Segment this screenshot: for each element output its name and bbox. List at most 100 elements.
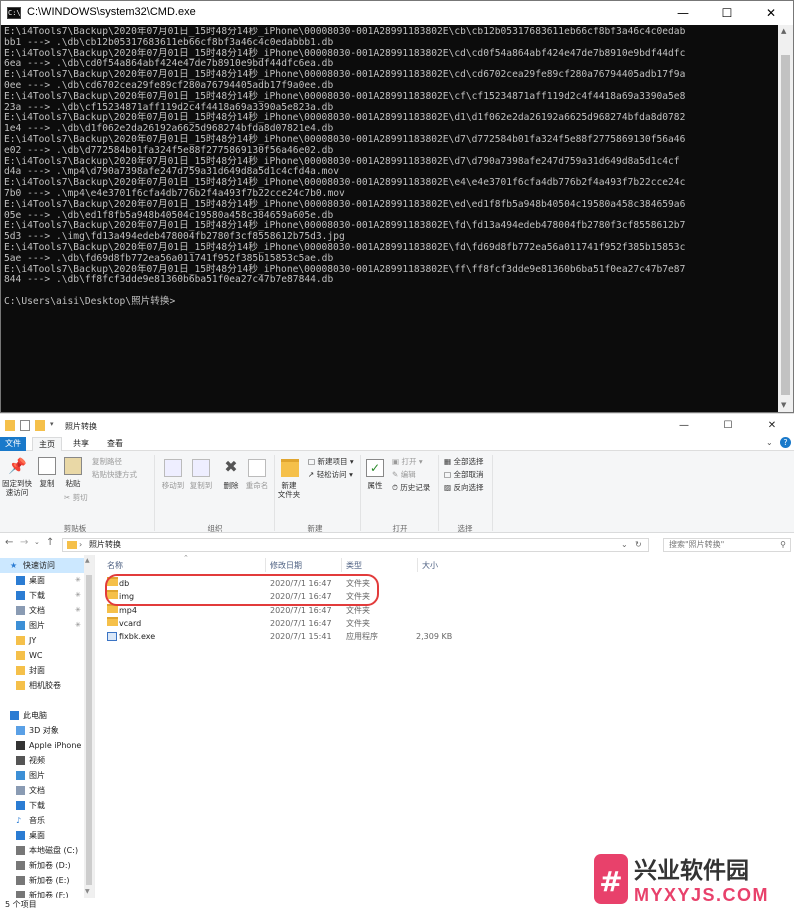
- move-to-button[interactable]: 移动到: [158, 481, 188, 490]
- column-header-date[interactable]: 修改日期: [270, 560, 302, 571]
- file-list: ⌃ 名称 修改日期 类型 大小 db 2020/7/1 16:47 文件夹 img 20…: [95, 554, 794, 898]
- nav-item-label: 图片: [29, 771, 45, 780]
- nav-item[interactable]: 本地磁盘 (C:): [0, 843, 92, 858]
- select-all-button[interactable]: ▦ 全部选择: [444, 457, 483, 467]
- nav-item[interactable]: ★ 快速访问: [0, 558, 92, 573]
- edit-button[interactable]: ✎ 编辑: [392, 470, 416, 480]
- nav-item[interactable]: 下载: [0, 798, 92, 813]
- nav-item[interactable]: 新加卷 (D:): [0, 858, 92, 873]
- close-button[interactable]: ✕: [749, 1, 793, 25]
- nav-item[interactable]: 图片: [0, 768, 92, 783]
- maximize-button[interactable]: ☐: [705, 1, 749, 25]
- watermark-brand-cn: 兴业软件园: [634, 857, 749, 884]
- nav-scrollbar[interactable]: ▲ ▼: [84, 555, 94, 898]
- column-divider[interactable]: [417, 558, 418, 572]
- nav-item[interactable]: 封面: [0, 663, 92, 678]
- tab-share[interactable]: 共享: [66, 437, 96, 451]
- scroll-thumb[interactable]: [781, 55, 790, 395]
- file-row[interactable]: fixbk.exe 2020/7/1 15:41 应用程序 2,309 KB: [103, 630, 783, 643]
- folder-icon: [5, 420, 15, 431]
- close-button[interactable]: ✕: [750, 414, 794, 438]
- column-header-size[interactable]: 大小: [422, 560, 438, 571]
- nav-item[interactable]: 图片 ✳: [0, 618, 92, 633]
- nav-item[interactable]: 文档 ✳: [0, 603, 92, 618]
- copy-path-button[interactable]: 复制路径: [92, 457, 122, 467]
- explorer-titlebar[interactable]: ▾ 照片转换 — ☐ ✕: [0, 413, 794, 437]
- drive-icon: [16, 876, 25, 885]
- nav-item[interactable]: 此电脑: [0, 708, 92, 723]
- cmd-output[interactable]: E:\i4Tools7\Backup\2020年07月01日_15时48分14秒…: [4, 27, 776, 411]
- column-divider[interactable]: [341, 558, 342, 572]
- refresh-icon[interactable]: ↻: [635, 539, 642, 551]
- nav-item[interactable]: 文档: [0, 783, 92, 798]
- forward-arrow-icon[interactable]: →: [20, 537, 28, 548]
- easy-access-button[interactable]: ↗ 轻松访问 ▾: [308, 470, 353, 480]
- up-arrow-icon[interactable]: ↑: [46, 537, 54, 548]
- cut-button[interactable]: ✂ 剪切: [64, 493, 88, 503]
- copy-button[interactable]: 复制: [33, 479, 61, 488]
- pin-icon[interactable]: ✳: [75, 588, 81, 603]
- pin-icon[interactable]: ✳: [75, 603, 81, 618]
- nav-item[interactable]: 相机胶卷: [0, 678, 92, 693]
- nav-item[interactable]: 视频: [0, 753, 92, 768]
- pin-to-quick-access-button[interactable]: 固定到快 速访问: [0, 479, 34, 497]
- nav-item-label: 桌面: [29, 576, 45, 585]
- new-folder-button[interactable]: 新建 文件夹: [274, 481, 304, 499]
- invert-selection-button[interactable]: ▨ 反向选择: [444, 483, 483, 493]
- breadcrumb[interactable]: 照片转换: [89, 540, 121, 549]
- nav-item-label: 相机胶卷: [29, 681, 61, 690]
- open-button[interactable]: ▣ 打开 ▾: [392, 457, 423, 467]
- quick-access-dropdown-icon[interactable]: ▾: [50, 420, 54, 428]
- minimize-button[interactable]: —: [662, 414, 706, 438]
- cut-label: 剪切: [72, 493, 88, 502]
- nav-item[interactable]: ♪ 音乐: [0, 813, 92, 828]
- tab-file[interactable]: 文件: [0, 437, 26, 451]
- column-divider[interactable]: [265, 558, 266, 572]
- pin-icon[interactable]: ✳: [75, 573, 81, 588]
- back-arrow-icon[interactable]: ←: [5, 537, 13, 548]
- column-header-name[interactable]: 名称: [107, 560, 123, 571]
- nav-item[interactable]: 新加卷 (E:): [0, 873, 92, 888]
- properties-button[interactable]: 属性: [360, 481, 390, 490]
- history-button[interactable]: ⏱ 历史记录: [392, 483, 430, 493]
- pin-icon[interactable]: ✳: [75, 618, 81, 633]
- select-none-button[interactable]: □ 全部取消: [444, 470, 483, 480]
- nav-item[interactable]: JY: [0, 633, 92, 648]
- address-input[interactable]: › 照片转换 ⌄ ↻: [62, 538, 649, 552]
- ribbon-collapse-icon[interactable]: ⌄: [766, 438, 773, 447]
- help-icon[interactable]: ?: [780, 437, 791, 448]
- nav-item[interactable]: 3D 对象: [0, 723, 92, 738]
- file-row[interactable]: vcard 2020/7/1 16:47 文件夹: [103, 616, 783, 630]
- cmd-titlebar[interactable]: C:\ C:\WINDOWS\system32\CMD.exe — ☐ ✕: [1, 1, 793, 25]
- scroll-down-icon[interactable]: ▼: [85, 888, 90, 895]
- nav-item[interactable]: Apple iPhone: [0, 738, 92, 753]
- breadcrumb-chevron-icon[interactable]: ›: [79, 539, 82, 551]
- paste-button[interactable]: 粘贴: [59, 479, 87, 488]
- paste-shortcut-button[interactable]: 粘贴快捷方式: [92, 470, 137, 480]
- new-item-button[interactable]: □ 新建项目 ▾: [308, 457, 354, 467]
- new-folder-icon[interactable]: [35, 420, 45, 431]
- tab-home[interactable]: 主页: [32, 437, 62, 451]
- maximize-button[interactable]: ☐: [706, 414, 750, 438]
- search-input[interactable]: 搜索"照片转换" ⚲: [663, 538, 791, 552]
- nav-item[interactable]: WC: [0, 648, 92, 663]
- minimize-button[interactable]: —: [661, 1, 705, 25]
- scroll-down-icon[interactable]: ▼: [781, 401, 786, 409]
- recent-dropdown-icon[interactable]: ⌄: [34, 538, 40, 546]
- tab-view[interactable]: 查看: [100, 437, 130, 451]
- properties-icon[interactable]: [20, 420, 30, 431]
- nav-item[interactable]: 桌面 ✳: [0, 573, 92, 588]
- scroll-up-icon[interactable]: ▲: [85, 557, 90, 564]
- nav-item[interactable]: 下载 ✳: [0, 588, 92, 603]
- rename-button[interactable]: 重命名: [242, 481, 272, 490]
- document-icon: [16, 786, 25, 795]
- column-header-type[interactable]: 类型: [346, 560, 362, 571]
- search-placeholder: 搜索"照片转换": [669, 540, 725, 549]
- nav-item[interactable]: 桌面: [0, 828, 92, 843]
- ribbon-tabs: 文件 主页 共享 查看 ⌄ ?: [0, 437, 794, 451]
- scroll-up-icon[interactable]: ▲: [781, 27, 786, 35]
- copy-to-button[interactable]: 复制到: [186, 481, 216, 490]
- cmd-scrollbar[interactable]: ▲ ▼: [778, 25, 793, 412]
- scroll-thumb[interactable]: [86, 575, 92, 885]
- address-dropdown-icon[interactable]: ⌄: [621, 539, 628, 551]
